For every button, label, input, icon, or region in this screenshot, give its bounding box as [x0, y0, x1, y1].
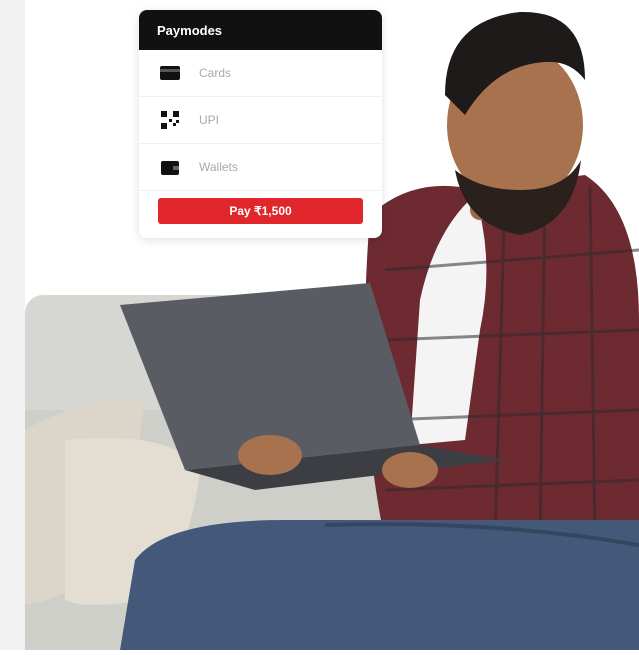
left-margin-strip: [0, 0, 25, 650]
pay-button[interactable]: Pay ₹1,500: [158, 198, 363, 224]
paymode-cards-label: Cards: [199, 66, 232, 80]
wallet-icon: [159, 158, 181, 176]
left-hand: [238, 435, 302, 475]
card-icon: [159, 64, 181, 82]
jeans: [120, 520, 639, 650]
paymode-wallets-label: Wallets: [199, 160, 238, 174]
paymode-wallets[interactable]: Wallets: [139, 144, 382, 191]
right-hand: [382, 452, 438, 488]
paymodes-title: Paymodes: [139, 10, 382, 50]
paymode-upi-label: UPI: [199, 113, 220, 127]
paymode-upi[interactable]: UPI: [139, 97, 382, 144]
paymode-cards[interactable]: Cards: [139, 50, 382, 97]
qr-icon: [159, 111, 181, 129]
paymodes-card: Paymodes Cards UPI Wallets Pay ₹1,500: [139, 10, 382, 238]
